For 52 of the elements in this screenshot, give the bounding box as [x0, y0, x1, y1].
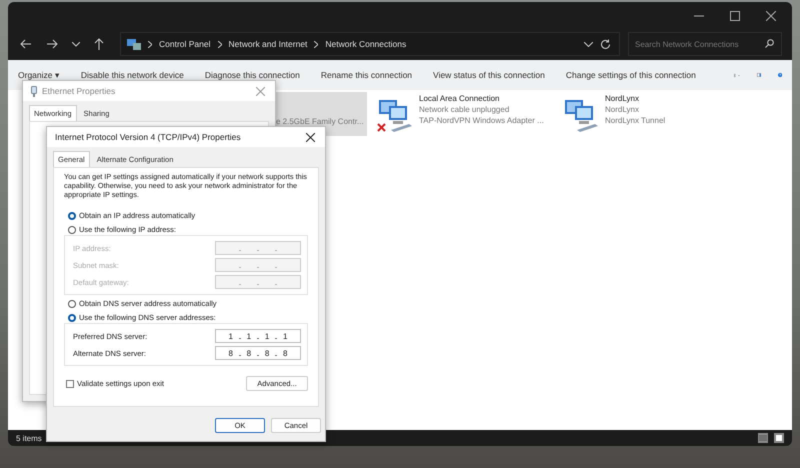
search-field[interactable]: Search Network Connections [628, 32, 782, 56]
connection-detail: NordLynx Tunnel [605, 116, 666, 125]
ip-address-field[interactable] [215, 275, 301, 290]
toolbar-command[interactable]: Rename this connection [320, 70, 412, 80]
connection-name: Local Area Connection [419, 94, 500, 103]
ip-address-field[interactable]: 8 8 8 8 [215, 346, 301, 360]
breadcrumb-item[interactable]: Network and Internet [228, 39, 308, 49]
connection-detail: NordLynx [605, 105, 640, 114]
connection-detail: TAP-NordVPN Windows Adapter ... [419, 116, 544, 125]
toolbar-command[interactable]: View status of this connection [433, 70, 545, 80]
dialog-title: Internet Protocol Version 4 (TCP/IPv4) Properties [55, 132, 241, 142]
ip-address-field[interactable]: 1 1 1 1 [215, 329, 301, 344]
close-icon[interactable] [766, 11, 776, 21]
toolbar-command[interactable]: Diagnose this connection [204, 70, 300, 80]
breadcrumb-item[interactable]: Network Connections [325, 39, 406, 49]
search-icon [765, 39, 774, 48]
connection-item[interactable]: Local Area Connection Network cable unplugged TAP-NordVPN Windows Adapter ... [375, 92, 549, 134]
dialog-title: Ethernet Properties [42, 86, 116, 96]
radio-button[interactable] [68, 212, 76, 220]
chevron-down-icon[interactable] [72, 42, 80, 46]
preview-pane-icon[interactable] [756, 70, 761, 80]
radio-button[interactable] [68, 226, 76, 234]
close-icon[interactable] [306, 132, 315, 142]
connection-name: NordLynx [605, 94, 640, 103]
toolbar-command[interactable]: Change settings of this connection [566, 70, 696, 80]
toolbar-command[interactable]: Organize ▾ [18, 70, 60, 80]
tiles-view-icon[interactable] [774, 433, 784, 443]
breadcrumb-item[interactable]: Control Panel [159, 39, 211, 49]
up-arrow-icon[interactable] [94, 38, 104, 50]
connection-item[interactable]: NordLynx NordLynx NordLynx Tunnel [561, 92, 735, 134]
radio-button[interactable] [68, 300, 76, 308]
control-panel-icon [127, 38, 141, 50]
chevron-down-icon[interactable] [584, 42, 593, 46]
chevron-right-icon [148, 40, 152, 48]
checkbox[interactable] [66, 380, 74, 388]
chevron-right-icon [314, 40, 318, 48]
network-adapter-icon [31, 86, 37, 96]
address-bar[interactable]: Control Panel Network and Internet Network Connections [120, 32, 620, 56]
item-count: 5 items [16, 434, 42, 442]
connection-name: e 2.5GbE Family Contr... [276, 117, 364, 126]
maximize-icon[interactable] [730, 11, 740, 21]
forward-arrow-icon[interactable] [46, 39, 58, 49]
refresh-icon[interactable] [600, 38, 611, 50]
connection-detail: Network cable unplugged [419, 105, 510, 114]
ip-address-field[interactable] [215, 241, 301, 256]
network-computers-icon [377, 98, 413, 132]
network-computers-icon [563, 98, 599, 132]
ip-address-field[interactable] [215, 258, 301, 272]
back-arrow-icon[interactable] [20, 39, 32, 49]
radio-button[interactable] [68, 314, 76, 322]
toolbar-command[interactable]: Disable this network device [80, 70, 184, 80]
chevron-right-icon [218, 40, 222, 48]
